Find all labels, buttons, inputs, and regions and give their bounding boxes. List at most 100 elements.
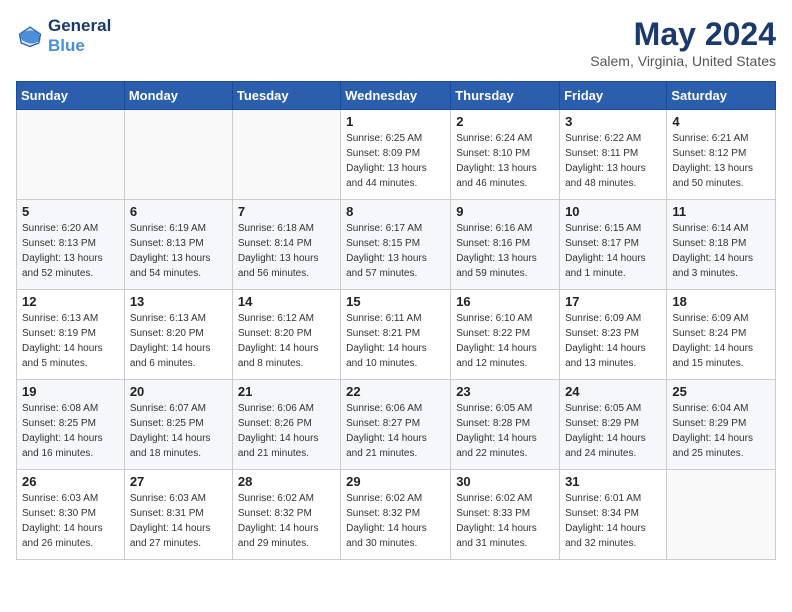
calendar-week-2: 5 Sunrise: 6:20 AMSunset: 8:13 PMDaylight… bbox=[17, 200, 776, 290]
calendar-cell: 4 Sunrise: 6:21 AMSunset: 8:12 PMDaylight… bbox=[667, 110, 776, 200]
day-info: Sunrise: 6:21 AMSunset: 8:12 PMDaylight:… bbox=[672, 131, 770, 191]
day-info: Sunrise: 6:16 AMSunset: 8:16 PMDaylight:… bbox=[456, 221, 554, 281]
page-title: May 2024 bbox=[590, 16, 776, 53]
weekday-header-sunday: Sunday bbox=[17, 82, 125, 110]
day-info: Sunrise: 6:11 AMSunset: 8:21 PMDaylight:… bbox=[346, 311, 445, 371]
weekday-header-tuesday: Tuesday bbox=[232, 82, 340, 110]
day-number: 28 bbox=[238, 474, 335, 489]
day-info: Sunrise: 6:08 AMSunset: 8:25 PMDaylight:… bbox=[22, 401, 119, 461]
day-number: 1 bbox=[346, 114, 445, 129]
calendar-cell: 8 Sunrise: 6:17 AMSunset: 8:15 PMDaylight… bbox=[341, 200, 451, 290]
day-number: 5 bbox=[22, 204, 119, 219]
day-number: 21 bbox=[238, 384, 335, 399]
weekday-header-monday: Monday bbox=[124, 82, 232, 110]
calendar-cell: 18 Sunrise: 6:09 AMSunset: 8:24 PMDayligh… bbox=[667, 290, 776, 380]
day-info: Sunrise: 6:05 AMSunset: 8:29 PMDaylight:… bbox=[565, 401, 661, 461]
day-info: Sunrise: 6:14 AMSunset: 8:18 PMDaylight:… bbox=[672, 221, 770, 281]
calendar-cell bbox=[667, 470, 776, 560]
day-info: Sunrise: 6:13 AMSunset: 8:20 PMDaylight:… bbox=[130, 311, 227, 371]
day-info: Sunrise: 6:15 AMSunset: 8:17 PMDaylight:… bbox=[565, 221, 661, 281]
calendar-cell: 2 Sunrise: 6:24 AMSunset: 8:10 PMDaylight… bbox=[451, 110, 560, 200]
day-info: Sunrise: 6:09 AMSunset: 8:24 PMDaylight:… bbox=[672, 311, 770, 371]
day-number: 29 bbox=[346, 474, 445, 489]
day-number: 17 bbox=[565, 294, 661, 309]
day-info: Sunrise: 6:20 AMSunset: 8:13 PMDaylight:… bbox=[22, 221, 119, 281]
day-info: Sunrise: 6:02 AMSunset: 8:32 PMDaylight:… bbox=[238, 491, 335, 551]
day-info: Sunrise: 6:06 AMSunset: 8:26 PMDaylight:… bbox=[238, 401, 335, 461]
calendar-week-5: 26Sunrise: 6:03 AMSunset: 8:30 PMDayligh… bbox=[17, 470, 776, 560]
day-number: 13 bbox=[130, 294, 227, 309]
day-info: Sunrise: 6:24 AMSunset: 8:10 PMDaylight:… bbox=[456, 131, 554, 191]
day-info: Sunrise: 6:06 AMSunset: 8:27 PMDaylight:… bbox=[346, 401, 445, 461]
calendar-cell: 19 Sunrise: 6:08 AMSunset: 8:25 PMDayligh… bbox=[17, 380, 125, 470]
day-number: 15 bbox=[346, 294, 445, 309]
title-block: May 2024 Salem, Virginia, United States bbox=[590, 16, 776, 69]
day-number: 4 bbox=[672, 114, 770, 129]
calendar-cell: 20Sunrise: 6:07 AMSunset: 8:25 PMDayligh… bbox=[124, 380, 232, 470]
day-info: Sunrise: 6:17 AMSunset: 8:15 PMDaylight:… bbox=[346, 221, 445, 281]
day-number: 26 bbox=[22, 474, 119, 489]
day-number: 14 bbox=[238, 294, 335, 309]
calendar-table: SundayMondayTuesdayWednesdayThursdayFrid… bbox=[16, 81, 776, 560]
day-info: Sunrise: 6:10 AMSunset: 8:22 PMDaylight:… bbox=[456, 311, 554, 371]
calendar-cell: 1 Sunrise: 6:25 AMSunset: 8:09 PMDaylight… bbox=[341, 110, 451, 200]
day-number: 12 bbox=[22, 294, 119, 309]
day-number: 6 bbox=[130, 204, 227, 219]
day-info: Sunrise: 6:22 AMSunset: 8:11 PMDaylight:… bbox=[565, 131, 661, 191]
calendar-cell: 14Sunrise: 6:12 AMSunset: 8:20 PMDayligh… bbox=[232, 290, 340, 380]
logo-icon bbox=[16, 22, 44, 50]
calendar-cell: 5 Sunrise: 6:20 AMSunset: 8:13 PMDaylight… bbox=[17, 200, 125, 290]
calendar-cell: 25Sunrise: 6:04 AMSunset: 8:29 PMDayligh… bbox=[667, 380, 776, 470]
weekday-header-thursday: Thursday bbox=[451, 82, 560, 110]
calendar-cell: 6 Sunrise: 6:19 AMSunset: 8:13 PMDaylight… bbox=[124, 200, 232, 290]
calendar-cell: 12 Sunrise: 6:13 AMSunset: 8:19 PMDayligh… bbox=[17, 290, 125, 380]
day-number: 19 bbox=[22, 384, 119, 399]
day-number: 11 bbox=[672, 204, 770, 219]
day-number: 10 bbox=[565, 204, 661, 219]
day-info: Sunrise: 6:13 AMSunset: 8:19 PMDaylight:… bbox=[22, 311, 119, 371]
day-number: 24 bbox=[565, 384, 661, 399]
calendar-cell: 22Sunrise: 6:06 AMSunset: 8:27 PMDayligh… bbox=[341, 380, 451, 470]
calendar-week-4: 19 Sunrise: 6:08 AMSunset: 8:25 PMDayligh… bbox=[17, 380, 776, 470]
page-header: General Blue May 2024 Salem, Virginia, U… bbox=[16, 16, 776, 69]
day-number: 30 bbox=[456, 474, 554, 489]
calendar-cell bbox=[124, 110, 232, 200]
weekday-header-wednesday: Wednesday bbox=[341, 82, 451, 110]
calendar-cell: 29 Sunrise: 6:02 AMSunset: 8:32 PMDayligh… bbox=[341, 470, 451, 560]
calendar-cell: 24 Sunrise: 6:05 AMSunset: 8:29 PMDayligh… bbox=[560, 380, 667, 470]
day-info: Sunrise: 6:05 AMSunset: 8:28 PMDaylight:… bbox=[456, 401, 554, 461]
logo: General Blue bbox=[16, 16, 111, 57]
day-number: 23 bbox=[456, 384, 554, 399]
weekday-header-friday: Friday bbox=[560, 82, 667, 110]
weekday-header-row: SundayMondayTuesdayWednesdayThursdayFrid… bbox=[17, 82, 776, 110]
day-info: Sunrise: 6:25 AMSunset: 8:09 PMDaylight:… bbox=[346, 131, 445, 191]
calendar-cell: 16 Sunrise: 6:10 AMSunset: 8:22 PMDayligh… bbox=[451, 290, 560, 380]
day-info: Sunrise: 6:19 AMSunset: 8:13 PMDaylight:… bbox=[130, 221, 227, 281]
day-info: Sunrise: 6:07 AMSunset: 8:25 PMDaylight:… bbox=[130, 401, 227, 461]
day-number: 7 bbox=[238, 204, 335, 219]
day-number: 2 bbox=[456, 114, 554, 129]
weekday-header-saturday: Saturday bbox=[667, 82, 776, 110]
calendar-cell: 13 Sunrise: 6:13 AMSunset: 8:20 PMDayligh… bbox=[124, 290, 232, 380]
logo-text: General Blue bbox=[48, 16, 111, 57]
calendar-cell: 9 Sunrise: 6:16 AMSunset: 8:16 PMDaylight… bbox=[451, 200, 560, 290]
day-number: 8 bbox=[346, 204, 445, 219]
day-info: Sunrise: 6:09 AMSunset: 8:23 PMDaylight:… bbox=[565, 311, 661, 371]
day-number: 25 bbox=[672, 384, 770, 399]
day-number: 27 bbox=[130, 474, 227, 489]
calendar-cell: 3Sunrise: 6:22 AMSunset: 8:11 PMDaylight… bbox=[560, 110, 667, 200]
calendar-cell: 30 Sunrise: 6:02 AMSunset: 8:33 PMDayligh… bbox=[451, 470, 560, 560]
calendar-cell: 11 Sunrise: 6:14 AMSunset: 8:18 PMDayligh… bbox=[667, 200, 776, 290]
calendar-cell: 28 Sunrise: 6:02 AMSunset: 8:32 PMDayligh… bbox=[232, 470, 340, 560]
day-info: Sunrise: 6:18 AMSunset: 8:14 PMDaylight:… bbox=[238, 221, 335, 281]
calendar-cell: 7 Sunrise: 6:18 AMSunset: 8:14 PMDaylight… bbox=[232, 200, 340, 290]
calendar-cell: 17 Sunrise: 6:09 AMSunset: 8:23 PMDayligh… bbox=[560, 290, 667, 380]
calendar-cell: 15 Sunrise: 6:11 AMSunset: 8:21 PMDayligh… bbox=[341, 290, 451, 380]
day-number: 18 bbox=[672, 294, 770, 309]
day-info: Sunrise: 6:02 AMSunset: 8:33 PMDaylight:… bbox=[456, 491, 554, 551]
day-number: 16 bbox=[456, 294, 554, 309]
day-info: Sunrise: 6:02 AMSunset: 8:32 PMDaylight:… bbox=[346, 491, 445, 551]
calendar-cell: 21 Sunrise: 6:06 AMSunset: 8:26 PMDayligh… bbox=[232, 380, 340, 470]
day-info: Sunrise: 6:01 AMSunset: 8:34 PMDaylight:… bbox=[565, 491, 661, 551]
day-number: 9 bbox=[456, 204, 554, 219]
